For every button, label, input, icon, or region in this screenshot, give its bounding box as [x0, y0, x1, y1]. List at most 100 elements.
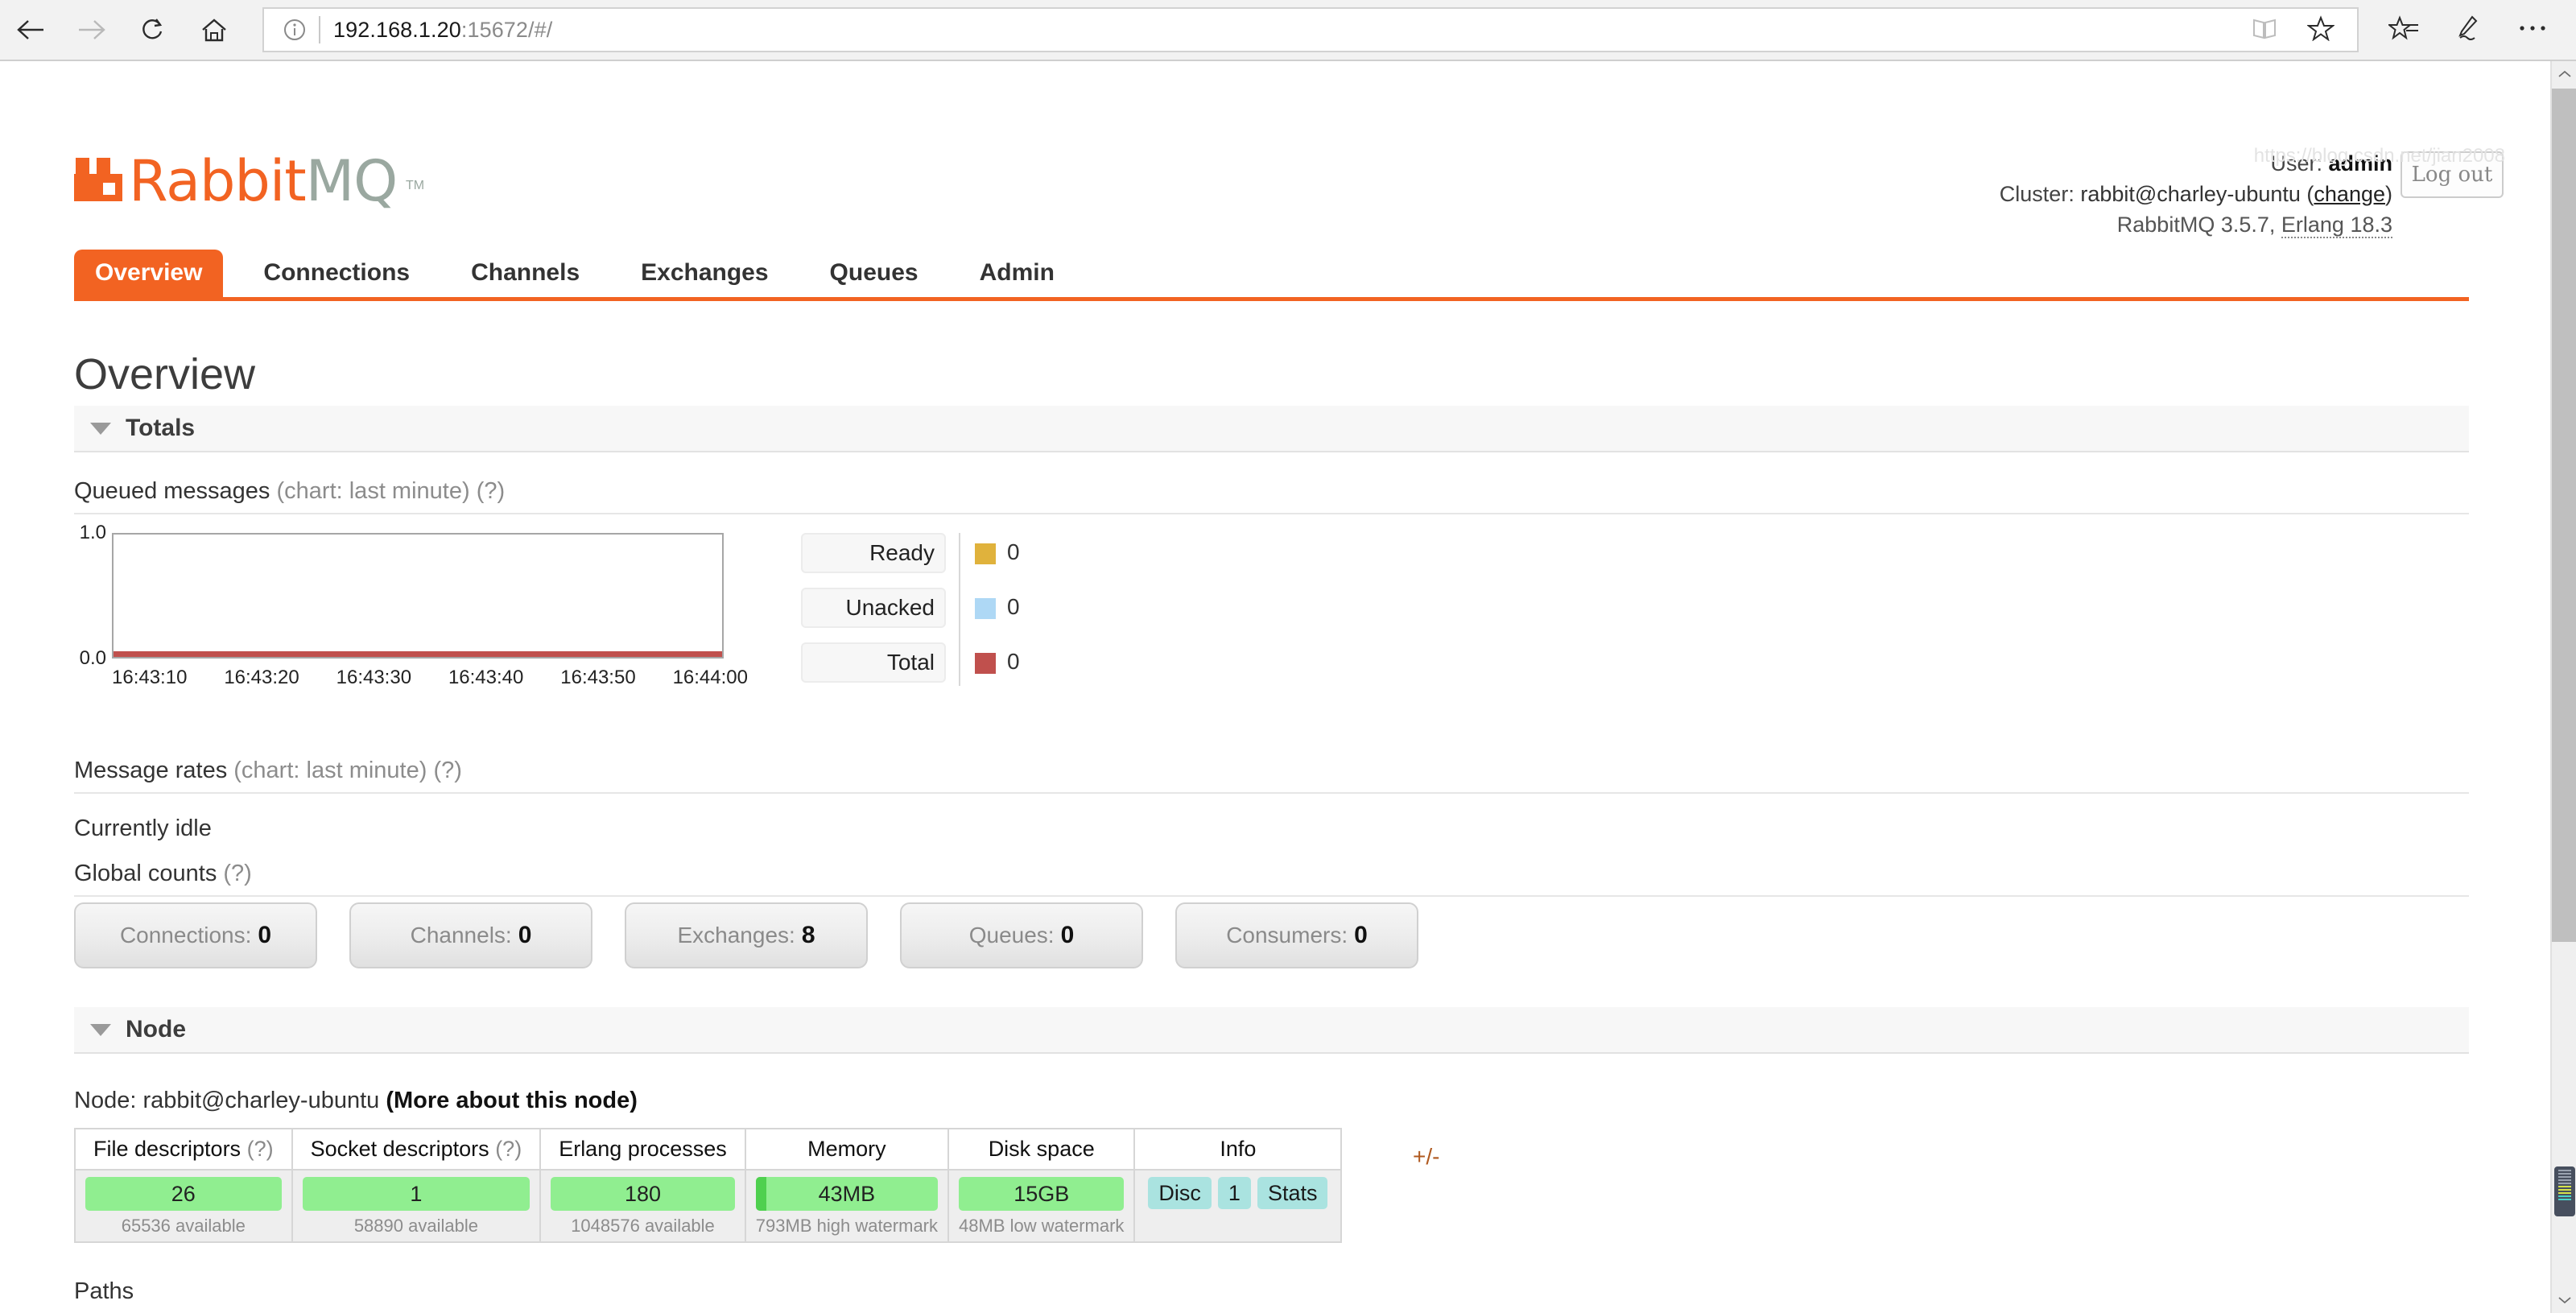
cluster-label: Cluster: — [1999, 182, 2074, 206]
cluster-row: Cluster: rabbit@charley-ubuntu (change) — [1999, 182, 2392, 206]
tab-channels[interactable]: Channels — [450, 250, 601, 297]
tab-exchanges[interactable]: Exchanges — [620, 250, 789, 297]
more-button[interactable] — [2500, 4, 2565, 56]
book-icon — [2252, 16, 2277, 44]
collapse-triangle-icon — [90, 1023, 111, 1036]
page-viewport: RabbitMQ TM User: admin Cluster: rabbit@… — [0, 61, 2550, 1313]
col-socket-descriptors-label: Socket descriptors — [310, 1137, 489, 1161]
count-box-exchanges[interactable]: Exchanges: 8 — [625, 902, 868, 968]
count-box-queues[interactable]: Queues: 0 — [900, 902, 1143, 968]
count-box-consumers[interactable]: Consumers: 0 — [1175, 902, 1418, 968]
page-scrollbar[interactable] — [2550, 61, 2576, 1313]
chart-xtick: 16:43:40 — [448, 667, 524, 688]
message-rates-hint: (chart: last minute) — [233, 758, 427, 783]
cell-info: Disc 1 Stats — [1133, 1169, 1343, 1243]
chart-xticks: 16:43:10 16:43:20 16:43:30 16:43:40 16:4… — [112, 667, 748, 689]
cluster-change-link[interactable]: change — [2314, 182, 2385, 206]
cell-disk-space: 15GB 48MB low watermark — [947, 1169, 1136, 1243]
browser-toolbar: 192.168.1.20:15672/#/ — [0, 0, 2576, 61]
legend-row-ready: Ready 0 — [801, 533, 1139, 573]
node-stats-table: File descriptors (?) Socket descriptors … — [74, 1128, 1343, 1243]
tab-connections[interactable]: Connections — [242, 250, 431, 297]
legend-swatch-unacked — [975, 598, 996, 619]
legend-button-ready[interactable]: Ready — [801, 533, 946, 573]
queued-messages-label: Queued messages — [74, 478, 270, 504]
col-file-descriptors-label: File descriptors — [93, 1137, 242, 1161]
favorites-hub-button[interactable] — [2372, 4, 2436, 56]
reload-button[interactable] — [122, 4, 184, 56]
count-box-channels[interactable]: Channels: 0 — [349, 902, 592, 968]
tab-overview[interactable]: Overview — [74, 250, 224, 297]
badge-count[interactable]: 1 — [1217, 1177, 1251, 1209]
legend-swatch-ready — [975, 543, 996, 564]
count-value-connections: 0 — [258, 922, 272, 948]
rabbitmq-logo[interactable]: RabbitMQ TM — [74, 148, 428, 214]
erlang-processes-value: 180 — [624, 1181, 662, 1206]
socket-descriptors-sub: 58890 available — [353, 1216, 478, 1236]
message-rates-label: Message rates — [74, 758, 228, 783]
forward-button[interactable] — [61, 4, 122, 56]
favorite-button[interactable] — [2293, 7, 2349, 52]
more-about-node-link[interactable]: (More about this node) — [386, 1088, 638, 1113]
web-note-button[interactable] — [2436, 4, 2500, 56]
global-counts-label: Global counts — [74, 861, 217, 886]
site-info-icon[interactable] — [272, 18, 317, 42]
url-path: :15672/#/ — [460, 17, 553, 42]
chart-ytick-top: 1.0 — [79, 522, 106, 543]
chart-xtick: 16:43:20 — [224, 667, 299, 688]
cell-memory: 43MB 793MB high watermark — [744, 1169, 950, 1243]
count-label-channels: Channels: — [410, 923, 512, 948]
count-label-queues: Queues: — [968, 923, 1055, 948]
legend-button-unacked[interactable]: Unacked — [801, 588, 946, 628]
node-label: Node: — [74, 1088, 137, 1113]
site-header: RabbitMQ TM User: admin Cluster: rabbit@… — [0, 61, 2550, 238]
back-button[interactable] — [0, 4, 61, 56]
cell-erlang-processes: 180 1048576 available — [539, 1169, 746, 1243]
tab-admin[interactable]: Admin — [959, 250, 1075, 297]
toggle-columns-button[interactable]: +/- — [1413, 1144, 1439, 1170]
memory-sub: 793MB high watermark — [755, 1216, 939, 1236]
socket-descriptors-bar: 1 — [302, 1177, 530, 1211]
badge-disc[interactable]: Disc — [1148, 1177, 1212, 1209]
cell-file-descriptors: 26 65536 available — [74, 1169, 293, 1243]
section-header-node[interactable]: Node — [74, 1007, 2469, 1054]
col-erlang-processes: Erlang processes — [539, 1128, 746, 1171]
address-bar[interactable]: 192.168.1.20:15672/#/ — [262, 7, 2359, 52]
count-label-exchanges: Exchanges: — [677, 923, 795, 948]
erlang-version[interactable]: Erlang 18.3 — [2281, 213, 2392, 238]
logo-mq-text: MQ — [305, 148, 398, 214]
rabbitmq-version: RabbitMQ 3.5.7, — [2116, 213, 2276, 237]
scrollbar-down-arrow[interactable] — [2552, 1287, 2576, 1313]
table-row: 26 65536 available 1 58890 available 180… — [74, 1169, 1343, 1243]
section-header-totals[interactable]: Totals — [74, 406, 2469, 452]
file-descriptors-sub: 65536 available — [121, 1216, 246, 1236]
home-button[interactable] — [184, 4, 245, 56]
memory-bar-fill — [755, 1177, 767, 1211]
scrollbar-thumb[interactable] — [2552, 89, 2576, 942]
disk-space-sub: 48MB low watermark — [959, 1216, 1125, 1236]
legend-value-ready: 0 — [1007, 539, 1020, 564]
logo-tm-text: TM — [406, 179, 425, 192]
main-nav-tabs: Overview Connections Channels Exchanges … — [74, 250, 2469, 301]
count-value-channels: 0 — [518, 922, 532, 948]
legend-swatch-total — [975, 653, 996, 674]
legend-button-total[interactable]: Total — [801, 642, 946, 683]
message-rates-help-icon[interactable]: (?) — [433, 758, 461, 783]
badge-stats[interactable]: Stats — [1257, 1177, 1328, 1209]
count-box-connections[interactable]: Connections: 0 — [74, 902, 317, 968]
reading-view-button[interactable] — [2236, 7, 2293, 52]
url-text[interactable]: 192.168.1.20:15672/#/ — [333, 18, 2236, 43]
rabbitmq-management-page: RabbitMQ TM User: admin Cluster: rabbit@… — [0, 61, 2550, 1304]
ellipsis-icon — [2518, 23, 2547, 37]
count-value-queues: 0 — [1060, 922, 1075, 948]
scrollbar-up-arrow[interactable] — [2552, 61, 2576, 87]
url-host: 192.168.1.20 — [333, 17, 461, 42]
collapse-triangle-icon — [90, 422, 111, 435]
col-file-descriptors-help-icon[interactable]: (?) — [247, 1137, 274, 1161]
tab-queues[interactable]: Queues — [809, 250, 939, 297]
global-counts-help-icon[interactable]: (?) — [223, 861, 251, 886]
count-value-consumers: 0 — [1354, 922, 1368, 948]
col-socket-descriptors-help-icon[interactable]: (?) — [495, 1137, 522, 1161]
rabbit-mark-icon — [74, 158, 122, 201]
queued-messages-help-icon[interactable]: (?) — [477, 478, 505, 504]
